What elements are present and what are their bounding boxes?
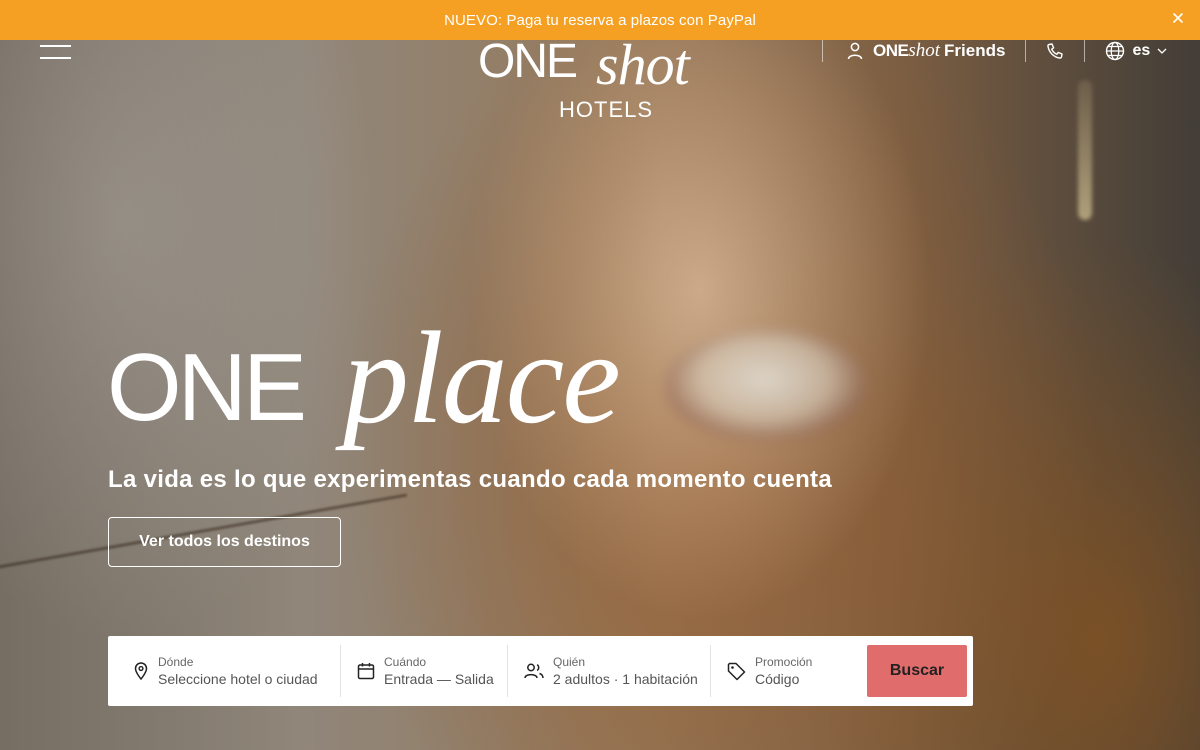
logo-hotels: HOTELS (559, 97, 654, 122)
calendar-icon (357, 663, 375, 680)
hero-title-one: ONE (107, 334, 307, 441)
destination-field[interactable]: Dónde Seleccione hotel o ciudad (108, 645, 340, 697)
hero-title-place: place (343, 304, 621, 451)
language-selector[interactable]: es (1085, 41, 1167, 61)
see-all-destinations-button[interactable]: Ver todos los destinos (108, 517, 341, 567)
guests-value: 2 adultos · 1 habitación (553, 671, 698, 687)
dates-value: Entrada — Salida (384, 671, 494, 687)
hero-subtitle: La vida es lo que experimentas cuando ca… (108, 466, 832, 493)
close-icon[interactable] (1170, 10, 1186, 26)
menu-icon[interactable] (40, 45, 71, 59)
search-button[interactable]: Buscar (867, 645, 967, 697)
tag-icon (727, 662, 746, 680)
booking-search-bar: Dónde Seleccione hotel o ciudad Cuándo E… (108, 636, 973, 706)
friends-login-link[interactable]: ONEshot Friends (823, 40, 1025, 62)
site-logo[interactable]: ONE shot HOTELS (478, 32, 708, 128)
promo-label: Promoción (755, 655, 813, 669)
phone-button[interactable] (1026, 42, 1084, 60)
guests-field[interactable]: Quién 2 adultos · 1 habitación (508, 645, 710, 697)
logo-shot: shot (596, 32, 690, 97)
promo-code-field[interactable]: Promoción Código (711, 645, 859, 697)
dates-label: Cuándo (384, 655, 427, 669)
logo-one: ONE (478, 35, 578, 88)
promo-value: Código (755, 671, 800, 687)
phone-icon (1047, 43, 1064, 59)
friends-label: Friends (944, 41, 1006, 60)
destination-value: Seleccione hotel o ciudad (158, 671, 318, 687)
friends-one: ONE (873, 41, 909, 60)
user-icon (847, 42, 863, 60)
guests-icon (524, 663, 544, 679)
language-code: es (1132, 42, 1151, 59)
globe-icon (1106, 41, 1125, 61)
destination-label: Dónde (158, 655, 194, 669)
location-pin-icon (134, 662, 148, 680)
header-actions: ONEshot Friends es (822, 40, 1167, 62)
dates-field[interactable]: Cuándo Entrada — Salida (341, 645, 507, 697)
guests-label: Quién (553, 655, 586, 669)
promo-banner-text[interactable]: NUEVO: Paga tu reserva a plazos con PayP… (444, 12, 756, 29)
promo-banner[interactable]: NUEVO: Paga tu reserva a plazos con PayP… (0, 0, 1200, 40)
friends-shot: shot (908, 40, 941, 61)
chevron-down-icon (1157, 48, 1167, 54)
